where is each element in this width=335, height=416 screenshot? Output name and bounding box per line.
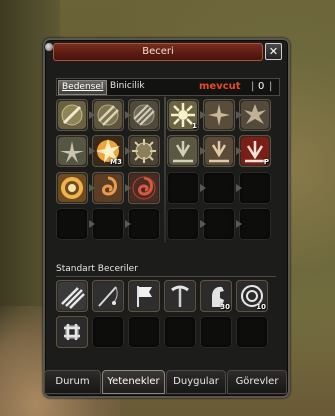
skill-slot-left-2[interactable] [92, 99, 124, 131]
skill-slot-right-1[interactable]: 1 [167, 99, 199, 131]
standard-skill-slot-7[interactable] [56, 316, 88, 348]
skill-level-badge: P [263, 158, 269, 166]
spike-sword-icon [58, 137, 86, 165]
double-slash-icon [94, 101, 122, 129]
skill-subtab-bar: Bedensel Binicilik mevcut | 0 | [56, 78, 280, 96]
blade-star-2-icon [241, 101, 269, 129]
red-spiral-icon [130, 174, 158, 202]
skill-slot-right-5[interactable] [203, 135, 235, 167]
close-button[interactable]: ✕ [265, 43, 282, 60]
spiral-flame-icon [94, 174, 122, 202]
skill-window: Beceri ✕ Bedensel Binicilik mevcut | 0 |… [43, 38, 290, 398]
available-points-label: mevcut [199, 81, 241, 92]
skill-chain-arrow-icon [125, 220, 131, 228]
subtab-binicilik[interactable]: Binicilik [107, 80, 148, 93]
standard-skill-slot-1[interactable] [56, 280, 88, 312]
skill-slot-right-2[interactable] [203, 99, 235, 131]
divider-bar: | [251, 81, 255, 92]
skill-chain-arrow-icon [236, 220, 242, 228]
skill-slot-right-3[interactable] [239, 99, 271, 131]
skill-chain-arrow-icon [125, 147, 131, 155]
skill-chain-arrow-icon [89, 184, 95, 192]
available-points-value: 0 [258, 81, 265, 92]
skill-slot-left-7[interactable] [56, 172, 88, 204]
skill-chain-arrow-icon [200, 184, 206, 192]
standard-skill-slot-5[interactable]: 30 [200, 280, 232, 312]
skill-chain-arrow-icon [125, 111, 131, 119]
empty-skill-slot [92, 208, 124, 240]
skill-slot-left-1[interactable] [56, 99, 88, 131]
skill-slot-left-3[interactable] [128, 99, 160, 131]
fishing-rod-icon [94, 282, 122, 310]
spiked-burst-icon [130, 137, 158, 165]
skill-chain-arrow-icon [200, 111, 206, 119]
tree-divider [164, 97, 166, 243]
empty-skill-slot [167, 208, 199, 240]
empty-skill-slot [92, 316, 124, 348]
subtab-bedensel[interactable]: Bedensel [58, 80, 108, 95]
celtic-knot-icon [58, 318, 86, 346]
tab-gorevler[interactable]: Görevler [227, 370, 287, 394]
standard-skill-slot-6[interactable]: 10 [236, 280, 268, 312]
skill-level-badge: 10 [256, 303, 266, 311]
blade-star-icon [205, 101, 233, 129]
standard-skill-slot-3[interactable] [128, 280, 160, 312]
triple-slash-icon [130, 101, 158, 129]
empty-skill-slot [200, 316, 232, 348]
skill-slot-left-8[interactable] [92, 172, 124, 204]
skill-chain-arrow-icon [125, 184, 131, 192]
skill-chain-arrow-icon [89, 220, 95, 228]
empty-skill-slot [203, 172, 235, 204]
fire-ring-icon [58, 174, 86, 202]
skill-slot-left-6[interactable] [128, 135, 160, 167]
skill-level-badge: 1 [192, 122, 197, 130]
skill-chain-arrow-icon [200, 147, 206, 155]
skill-slot-right-4[interactable] [167, 135, 199, 167]
bottom-tab-bar: Durum Yetenekler Duygular Görevler [44, 370, 287, 394]
skill-chain-arrow-icon [89, 147, 95, 155]
empty-skill-slot [167, 172, 199, 204]
empty-skill-slot [128, 208, 160, 240]
skill-slot-left-5[interactable]: M3 [92, 135, 124, 167]
empty-skill-slot [128, 316, 160, 348]
pickaxe-icon [166, 282, 194, 310]
skill-level-badge: 30 [220, 303, 230, 311]
skill-chain-arrow-icon [236, 111, 242, 119]
tab-yetenekler[interactable]: Yetenekler [102, 370, 165, 394]
empty-skill-slot [239, 172, 271, 204]
empty-skill-slot [203, 208, 235, 240]
claw-strike-icon [58, 282, 86, 310]
standard-skill-slot-2[interactable] [92, 280, 124, 312]
skill-chain-arrow-icon [200, 220, 206, 228]
red-ground-burst-icon [205, 137, 233, 165]
skill-slot-right-6[interactable]: P [239, 135, 271, 167]
empty-skill-slot [56, 208, 88, 240]
skill-slot-left-4[interactable] [56, 135, 88, 167]
empty-skill-slot [164, 316, 196, 348]
empty-skill-slot [239, 208, 271, 240]
tab-duygular[interactable]: Duygular [166, 370, 226, 394]
skill-chain-arrow-icon [236, 147, 242, 155]
standard-skills-heading: Standart Beceriler [56, 262, 276, 277]
empty-skill-slot [236, 316, 268, 348]
white-flag-icon [130, 282, 158, 310]
skill-chain-arrow-icon [89, 111, 95, 119]
divider-bar: | [269, 81, 273, 92]
skill-slot-left-9[interactable] [128, 172, 160, 204]
skill-chain-arrow-icon [236, 184, 242, 192]
window-title[interactable]: Beceri [53, 43, 263, 61]
tab-durum[interactable]: Durum [44, 370, 101, 394]
ground-burst-icon [169, 137, 197, 165]
slash-sword-icon [58, 101, 86, 129]
skill-level-badge: M3 [110, 158, 122, 166]
standard-skill-slot-4[interactable] [164, 280, 196, 312]
